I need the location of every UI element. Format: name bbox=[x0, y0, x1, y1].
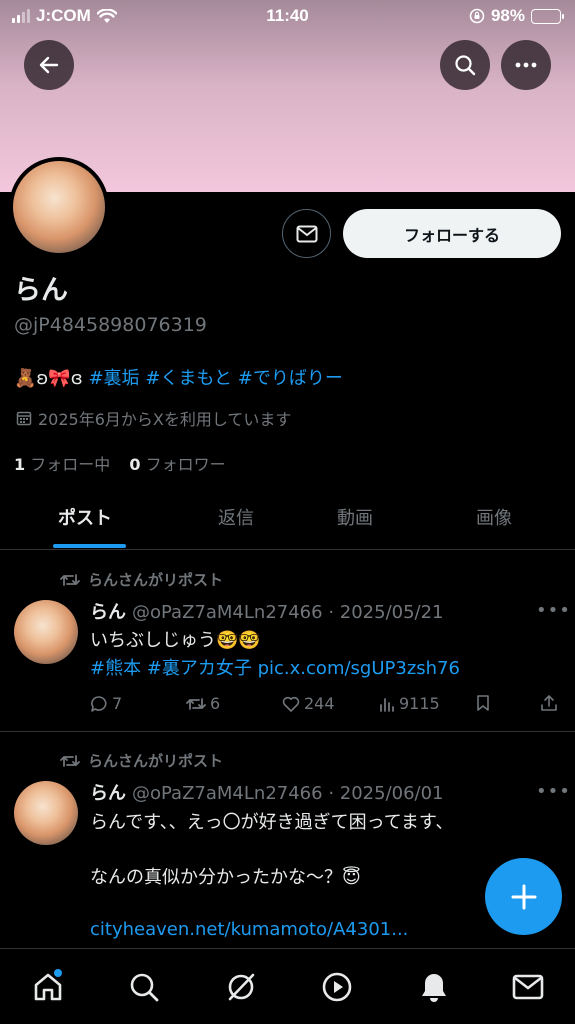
nav-notifications[interactable] bbox=[414, 967, 454, 1007]
post-link[interactable]: cityheaven.net/kumamoto/A4301... bbox=[90, 919, 408, 940]
tab-replies[interactable]: 返信 bbox=[218, 504, 254, 530]
post-text-line: なんの真似か分かったかな〜？😇 bbox=[90, 867, 361, 888]
share-button[interactable] bbox=[540, 694, 558, 712]
post-text: いちぶしじゅう🤓🤓 bbox=[90, 630, 261, 651]
reply-count: 7 bbox=[112, 694, 123, 713]
profile-tabs: ポスト 返信 動画 画像 bbox=[0, 490, 575, 550]
mail-icon bbox=[512, 974, 544, 1000]
bio-hashtag[interactable]: #くまもと bbox=[145, 368, 232, 389]
post-author-name[interactable]: らん bbox=[90, 602, 126, 623]
profile-avatar[interactable] bbox=[9, 157, 109, 257]
join-date-text: 2025年6月からXを利用しています bbox=[38, 410, 292, 429]
repost-icon bbox=[186, 697, 206, 710]
bio-emoji: 🧸ʚ🎀ɞ bbox=[14, 368, 83, 389]
share-icon bbox=[541, 695, 557, 711]
more-horizontal-icon bbox=[515, 62, 537, 68]
post-date[interactable]: 2025/06/01 bbox=[340, 783, 444, 804]
profile-bio: 🧸ʚ🎀ɞ #裏垢 #くまもと #でりばりー bbox=[14, 364, 343, 390]
search-icon bbox=[455, 55, 476, 76]
join-date: 2025年6月からXを利用しています bbox=[16, 406, 291, 430]
repost-indicator: らんさんがリポスト bbox=[60, 750, 223, 771]
post-avatar[interactable] bbox=[14, 781, 78, 845]
post-item[interactable]: らんさんがリポスト らん @oPaZ7aM4Ln27466 · 2025/06/0… bbox=[0, 732, 575, 948]
followers-link[interactable]: 0 フォロワー bbox=[129, 455, 225, 474]
compose-button[interactable] bbox=[485, 858, 562, 935]
bell-icon bbox=[422, 974, 446, 1002]
repost-icon bbox=[60, 754, 80, 767]
orientation-lock-icon bbox=[469, 8, 485, 24]
notification-dot bbox=[54, 969, 62, 977]
post-hashtags[interactable]: #熊本 #裏アカ女子 bbox=[90, 658, 258, 679]
battery-percent: 98% bbox=[490, 6, 525, 25]
followers-count: 0 bbox=[129, 455, 141, 474]
reply-button[interactable]: 7 bbox=[90, 694, 122, 713]
repost-count: 6 bbox=[210, 694, 221, 713]
tab-posts[interactable]: ポスト bbox=[58, 504, 112, 530]
status-right: 98% bbox=[469, 6, 564, 26]
post-date[interactable]: 2025/05/21 bbox=[340, 602, 444, 623]
post-text-line: #熊本 #裏アカ女子 pic.x.com/sgUP3zsh76 bbox=[90, 654, 460, 680]
follow-button[interactable]: フォローする bbox=[343, 209, 561, 258]
post-author-handle[interactable]: @oPaZ7aM4Ln27466 bbox=[132, 783, 323, 804]
repost-indicator: らんさんがリポスト bbox=[60, 569, 223, 590]
tab-media[interactable]: 画像 bbox=[476, 504, 512, 530]
tab-videos[interactable]: 動画 bbox=[337, 504, 373, 530]
repost-label: らんさんがリポスト bbox=[88, 752, 224, 770]
heart-icon bbox=[282, 696, 300, 712]
play-circle-icon bbox=[322, 972, 352, 1002]
search-button[interactable] bbox=[440, 40, 490, 90]
repost-label: らんさんがリポスト bbox=[88, 571, 224, 589]
post-header: らん @oPaZ7aM4Ln27466 · 2025/05/21 bbox=[90, 602, 444, 623]
following-label: フォロー中 bbox=[30, 455, 111, 474]
nav-grok[interactable] bbox=[221, 967, 261, 1007]
plus-icon bbox=[511, 884, 536, 909]
post-author-name[interactable]: らん bbox=[90, 783, 126, 804]
user-handle: @jP4845898076319 bbox=[14, 314, 207, 336]
post-author-handle[interactable]: @oPaZ7aM4Ln27466 bbox=[132, 602, 323, 623]
following-link[interactable]: 1 フォロー中 bbox=[14, 455, 110, 474]
arrow-left-icon bbox=[39, 56, 59, 74]
post-item[interactable]: らんさんがリポスト らん @oPaZ7aM4Ln27466 · 2025/05/2… bbox=[0, 551, 575, 731]
bio-hashtag[interactable]: #裏垢 bbox=[88, 368, 139, 389]
battery-icon bbox=[531, 8, 564, 24]
nav-search[interactable] bbox=[124, 967, 164, 1007]
following-count: 1 bbox=[14, 455, 26, 474]
post-text: らんです、、えっ〇が好き過ぎて困ってます、 bbox=[90, 812, 454, 833]
post-header: らん @oPaZ7aM4Ln27466 · 2025/06/01 bbox=[90, 783, 444, 804]
reply-icon bbox=[91, 695, 107, 712]
like-count: 244 bbox=[304, 694, 335, 713]
bookmark-button[interactable] bbox=[476, 694, 490, 712]
tab-indicator bbox=[53, 544, 126, 548]
repost-button[interactable]: 6 bbox=[186, 694, 220, 713]
calendar-icon bbox=[16, 411, 32, 426]
post-more-button[interactable]: ••• bbox=[536, 781, 571, 802]
view-count: 9115 bbox=[399, 694, 440, 713]
repost-icon bbox=[60, 573, 80, 586]
post-link[interactable]: pic.x.com/sgUP3zsh76 bbox=[258, 658, 460, 679]
views-icon bbox=[380, 697, 394, 712]
nav-video[interactable] bbox=[317, 967, 357, 1007]
followers-label: フォロワー bbox=[145, 455, 226, 474]
follow-stats: 1 フォロー中 0 フォロワー bbox=[14, 451, 226, 475]
more-button[interactable] bbox=[501, 40, 551, 90]
bottom-nav bbox=[0, 948, 575, 1024]
search-icon bbox=[130, 973, 159, 1002]
message-button[interactable] bbox=[282, 209, 331, 258]
nav-home[interactable] bbox=[28, 967, 68, 1007]
bio-hashtag[interactable]: #でりばりー bbox=[238, 368, 343, 389]
post-more-button[interactable]: ••• bbox=[536, 600, 571, 621]
grok-icon bbox=[228, 973, 255, 1001]
like-button[interactable]: 244 bbox=[282, 694, 335, 713]
display-name: らん bbox=[14, 275, 68, 306]
bookmark-icon bbox=[477, 695, 489, 711]
back-button[interactable] bbox=[24, 40, 74, 90]
post-avatar[interactable] bbox=[14, 600, 78, 664]
views-button[interactable]: 9115 bbox=[379, 694, 440, 713]
nav-messages[interactable] bbox=[508, 967, 548, 1007]
mail-icon bbox=[296, 225, 317, 242]
status-bar: J:COM 11:40 98% bbox=[0, 0, 575, 34]
